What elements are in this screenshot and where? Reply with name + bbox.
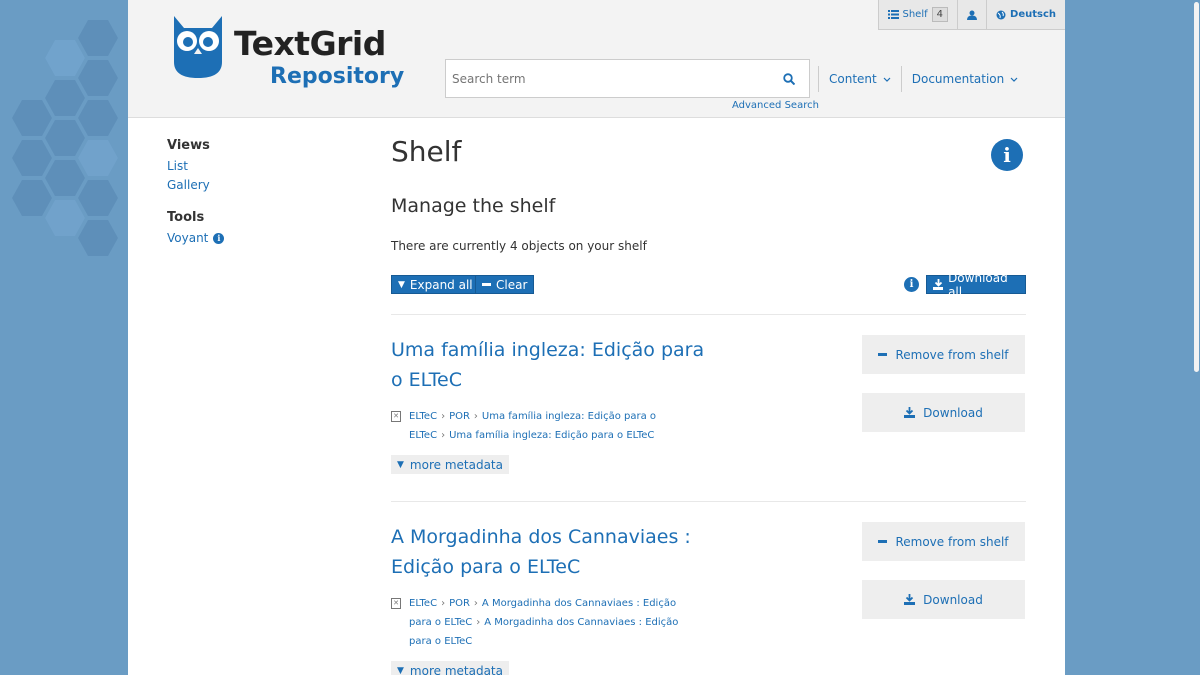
advanced-search-link[interactable]: Advanced Search (732, 100, 819, 111)
shelf-label: Shelf (902, 9, 928, 20)
scrollbar-thumb[interactable] (1194, 2, 1199, 372)
breadcrumb-link[interactable]: ELTeC (409, 598, 437, 609)
download-button[interactable]: Download (862, 393, 1025, 432)
info-icon[interactable]: i (904, 277, 919, 292)
expand-all-label: Expand all (409, 277, 473, 292)
nav-documentation[interactable]: Documentation (900, 66, 1029, 92)
views-heading: Views (167, 138, 210, 153)
view-list-link[interactable]: List (167, 159, 347, 173)
user-icon (967, 10, 978, 20)
more-metadata-label: more metadata (409, 663, 503, 675)
breadcrumb-separator: › (473, 411, 478, 422)
caret-down-icon: ▼ (397, 459, 404, 470)
file-icon: ✕ (391, 598, 401, 609)
breadcrumb-link[interactable]: POR (449, 598, 470, 609)
caret-down-icon: ▼ (397, 665, 404, 675)
shelf-actions: ▼ Expand all Clear i Download all (391, 271, 1026, 299)
page-subtitle: Manage the shelf (391, 195, 556, 217)
item-title-link[interactable]: Uma família ingleza: Edição para o ELTeC (391, 335, 721, 395)
site-header: TextGrid Repository Shelf 4 Deutsch Sear… (128, 0, 1065, 118)
chevron-down-icon (1010, 77, 1018, 82)
background-hexagon-pattern (0, 0, 128, 675)
breadcrumb-link[interactable]: Uma família ingleza: Edição para o ELTeC (449, 430, 654, 441)
item-breadcrumb: ✕ ELTeC › POR › Uma família ingleza: Edição … (391, 407, 696, 445)
minus-icon (878, 353, 888, 356)
divider (391, 314, 1026, 315)
divider (391, 501, 1026, 502)
main-content: Shelf i Manage the shelf There are curre… (391, 135, 1026, 675)
nav-content[interactable]: Content (818, 66, 901, 92)
main-nav: Content Documentation (818, 66, 1028, 92)
nav-documentation-label: Documentation (911, 72, 1005, 86)
item-title-link[interactable]: A Morgadinha dos Cannaviaes : Edição par… (391, 522, 721, 582)
download-button[interactable]: Download (862, 580, 1025, 619)
breadcrumb-separator: › (476, 617, 481, 628)
language-label: Deutsch (1010, 9, 1056, 20)
info-icon[interactable]: i (213, 232, 225, 244)
shelf-item: Uma família ingleza: Edição para o ELTeC… (391, 335, 1026, 501)
remove-from-shelf-button[interactable]: Remove from shelf (862, 522, 1025, 561)
logo-subtitle: Repository (270, 64, 405, 89)
more-metadata-button[interactable]: ▼ more metadata (391, 661, 509, 675)
item-breadcrumb: ✕ ELTeC › POR › A Morgadinha dos Cannaviaes … (391, 594, 696, 651)
minus-icon (878, 540, 888, 543)
download-label: Download (923, 592, 983, 607)
list-icon (887, 10, 899, 19)
search-box (445, 59, 810, 98)
breadcrumb-separator: › (441, 430, 446, 441)
nav-content-label: Content (829, 72, 877, 86)
minus-icon (482, 283, 491, 286)
download-label: Download (923, 405, 983, 420)
shelf-item: A Morgadinha dos Cannaviaes : Edição par… (391, 522, 1026, 675)
view-gallery-link[interactable]: Gallery (167, 178, 347, 192)
download-all-button[interactable]: Download all (926, 271, 1026, 299)
search-icon (783, 72, 795, 85)
page-title: Shelf (391, 135, 462, 168)
voyant-link[interactable]: Voyant i (167, 231, 347, 245)
breadcrumb-separator: › (441, 598, 446, 609)
download-icon (904, 407, 916, 418)
sidebar: Views List Gallery Tools Voyant i (167, 138, 347, 250)
shelf-link[interactable]: Shelf 4 (879, 0, 959, 29)
remove-label: Remove from shelf (895, 534, 1009, 549)
download-all-label: Download all (948, 270, 1008, 299)
top-utility-bar: Shelf 4 Deutsch (877, 0, 1065, 30)
more-metadata-label: more metadata (409, 457, 503, 472)
search-input[interactable] (446, 60, 769, 97)
tools-heading: Tools (167, 210, 205, 225)
chevron-down-icon (883, 77, 891, 82)
breadcrumb-separator: › (441, 411, 446, 422)
textgrid-logo[interactable]: TextGrid Repository (170, 14, 410, 89)
remove-from-shelf-button[interactable]: Remove from shelf (862, 335, 1025, 374)
info-icon[interactable]: i (991, 139, 1023, 171)
search-button[interactable] (769, 60, 809, 97)
owl-icon (174, 16, 222, 78)
page-container: TextGrid Repository Shelf 4 Deutsch Sear… (128, 0, 1065, 675)
user-button[interactable] (958, 0, 988, 29)
more-metadata-button[interactable]: ▼ more metadata (391, 455, 509, 474)
logo-title: TextGrid (234, 24, 386, 63)
scrollbar[interactable] (1192, 0, 1200, 675)
language-switch[interactable]: Deutsch (987, 0, 1065, 29)
clear-label: Clear (496, 277, 528, 292)
download-icon (904, 594, 916, 605)
breadcrumb-link[interactable]: POR (449, 411, 470, 422)
voyant-label: Voyant (167, 231, 209, 245)
breadcrumb-link[interactable]: ELTeC (409, 411, 437, 422)
shelf-count-badge: 4 (931, 7, 949, 22)
remove-label: Remove from shelf (895, 347, 1009, 362)
download-icon (933, 279, 944, 290)
caret-down-icon: ▼ (398, 279, 405, 290)
globe-icon (996, 10, 1006, 19)
expand-all-button[interactable]: ▼ Expand all (391, 275, 480, 294)
breadcrumb-separator: › (473, 598, 478, 609)
shelf-count-text: There are currently 4 objects on your sh… (391, 239, 647, 253)
file-icon: ✕ (391, 411, 401, 422)
clear-button[interactable]: Clear (475, 275, 535, 294)
